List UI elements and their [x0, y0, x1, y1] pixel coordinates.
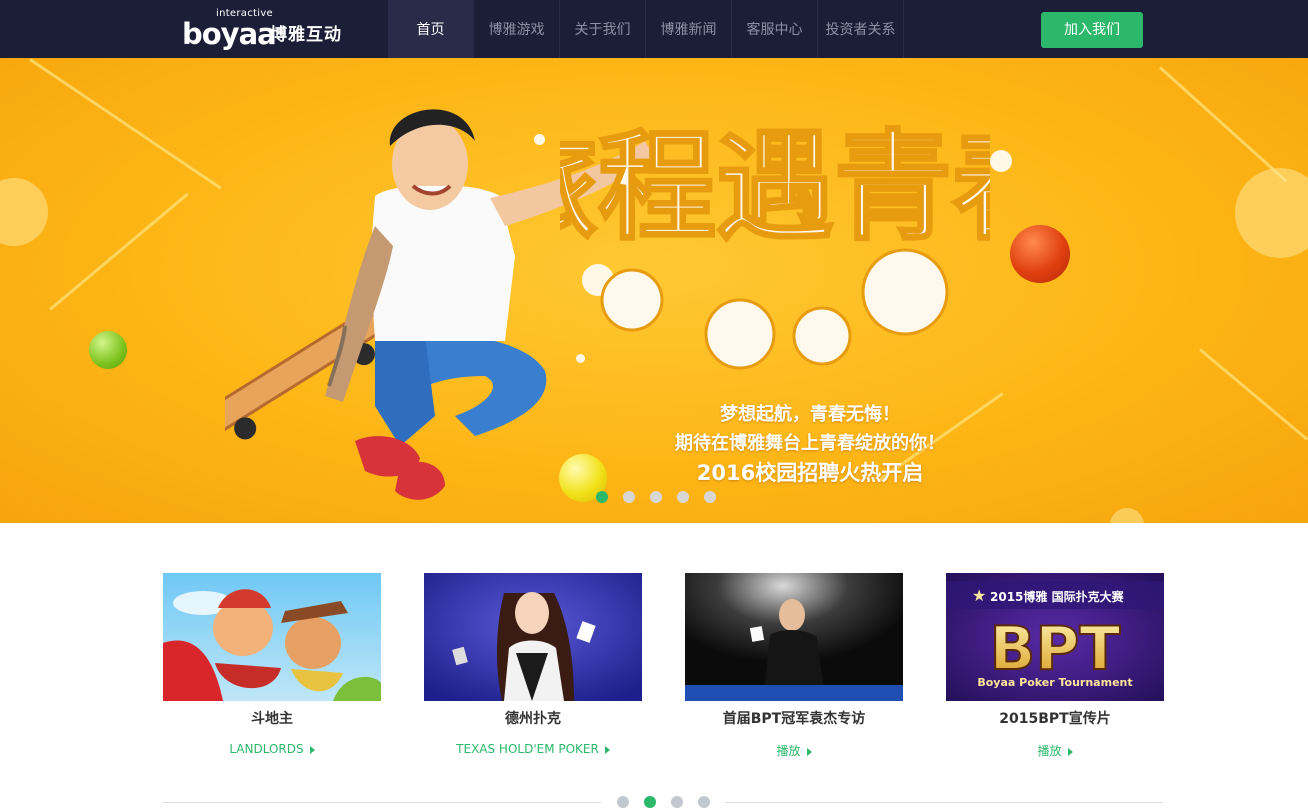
banner-pager-dot-2[interactable] — [623, 491, 635, 503]
games-pager-dot-3[interactable] — [671, 796, 683, 808]
section-divider — [163, 802, 601, 803]
banner-pager-dot-4[interactable] — [677, 491, 689, 503]
nav-item-games[interactable]: 博雅游戏 — [474, 0, 560, 58]
hero-banner[interactable]: 旅程遇青春 梦想起航，青春无悔！ 期待在博雅舞台上青春绽放的你！ 2016校园招… — [0, 58, 1308, 523]
play-link-bpt-promo[interactable]: 播放 — [946, 742, 1164, 759]
banner-pager-dot-1[interactable] — [596, 491, 608, 503]
banner-light-streak — [29, 58, 222, 190]
banner-tagline-2: 期待在博雅舞台上青春绽放的你！ — [675, 433, 945, 454]
nav-item-news[interactable]: 博雅新闻 — [646, 0, 732, 58]
play-link-bpt-promo-text: 播放 — [1037, 744, 1062, 758]
nav-item-support[interactable]: 客服中心 — [732, 0, 818, 58]
banner-pager-dot-5[interactable] — [704, 491, 716, 503]
banner-bokeh — [1235, 168, 1308, 258]
section-divider — [725, 802, 1163, 803]
nav-item-about[interactable]: 关于我们 — [560, 0, 646, 58]
landlords-cartoon-image — [163, 573, 381, 701]
games-pager — [617, 796, 725, 808]
banner-bokeh — [0, 178, 48, 246]
bpt-logo-image: ★ 2015博雅 国际扑克大赛 BPT Boyaa Poker Tourname… — [946, 573, 1164, 701]
star-icon: ★ — [972, 586, 986, 605]
arrow-right-icon — [1067, 747, 1073, 756]
video-title-bpt-promo: 2015BPT宣传片 — [999, 711, 1111, 727]
arrow-right-icon — [806, 747, 812, 756]
boyaa-logo[interactable]: interactive boyaa 博雅互动 — [182, 6, 347, 51]
video-title-bpt-interview: 首届BPT冠军袁杰专访 — [722, 711, 866, 727]
join-us-button[interactable]: 加入我们 — [1041, 12, 1143, 48]
bpt-thumb-big: BPT — [990, 614, 1121, 684]
banner-tagline-3: 2016校园招聘火热开启 — [696, 461, 924, 485]
games-pager-dot-4[interactable] — [698, 796, 710, 808]
game-link-texas-poker-text: TEXAS HOLD'EM POKER — [456, 742, 599, 756]
game-title-texas-poker: 德州扑克 — [505, 711, 561, 727]
game-thumb-landlords[interactable] — [163, 573, 381, 701]
banner-pager — [596, 491, 731, 503]
bpt-thumb-header: 2015博雅 国际扑克大赛 — [990, 589, 1125, 604]
games-pager-dot-2[interactable] — [644, 796, 656, 808]
games-section: 斗地主 LANDLORDS 德州扑克 TEXAS HOLD'EM POKER 首… — [163, 573, 1164, 763]
banner-white-dot — [990, 150, 1012, 172]
main-nav: 首页 博雅游戏 关于我们 博雅新闻 客服中心 投资者关系 — [388, 0, 904, 58]
banner-pager-dot-3[interactable] — [650, 491, 662, 503]
top-header: interactive boyaa 博雅互动 首页 博雅游戏 关于我们 博雅新闻… — [0, 0, 1308, 58]
green-ball — [89, 331, 127, 369]
banner-light-streak — [49, 192, 189, 311]
banner-light-streak — [1199, 348, 1308, 441]
game-card-bpt-interview: 首届BPT冠军袁杰专访 播放 — [685, 573, 903, 759]
art-text-line1: 旅程遇青春 — [560, 118, 990, 256]
game-thumb-texas-poker[interactable] — [424, 573, 642, 701]
nav-item-home[interactable]: 首页 — [388, 0, 474, 58]
bpt-champion-image — [685, 573, 903, 701]
logo-cn-text: 博雅互动 — [270, 25, 342, 45]
banner-light-streak — [1158, 66, 1288, 183]
poker-dealer-image — [424, 573, 642, 701]
video-thumb-bpt-interview[interactable] — [685, 573, 903, 701]
game-link-texas-poker[interactable]: TEXAS HOLD'EM POKER — [424, 742, 642, 756]
games-pager-dot-1[interactable] — [617, 796, 629, 808]
play-link-bpt-interview[interactable]: 播放 — [685, 742, 903, 759]
bpt-thumb-sub: Boyaa Poker Tournament — [977, 676, 1132, 689]
banner-bokeh — [1110, 508, 1144, 523]
journey-youth-title-art: 旅程遇青春 — [560, 117, 990, 370]
game-card-texas-poker: 德州扑克 TEXAS HOLD'EM POKER — [424, 573, 642, 756]
play-link-bpt-interview-text: 播放 — [776, 744, 801, 758]
nav-item-investors[interactable]: 投资者关系 — [818, 0, 904, 58]
game-card-bpt-promo: ★ 2015博雅 国际扑克大赛 BPT Boyaa Poker Tourname… — [946, 573, 1164, 759]
game-card-landlords: 斗地主 LANDLORDS — [163, 573, 381, 756]
banner-tagline-1: 梦想起航，青春无悔！ — [720, 404, 900, 425]
arrow-right-icon — [309, 745, 315, 754]
video-thumb-bpt-promo[interactable]: ★ 2015博雅 国际扑克大赛 BPT Boyaa Poker Tourname… — [946, 573, 1164, 701]
game-link-landlords[interactable]: LANDLORDS — [163, 742, 381, 756]
arrow-right-icon — [604, 745, 610, 754]
game-title-landlords: 斗地主 — [251, 711, 293, 727]
red-ball — [1010, 225, 1070, 283]
game-link-landlords-text: LANDLORDS — [229, 742, 304, 756]
logo-brand-text: boyaa — [182, 17, 277, 51]
